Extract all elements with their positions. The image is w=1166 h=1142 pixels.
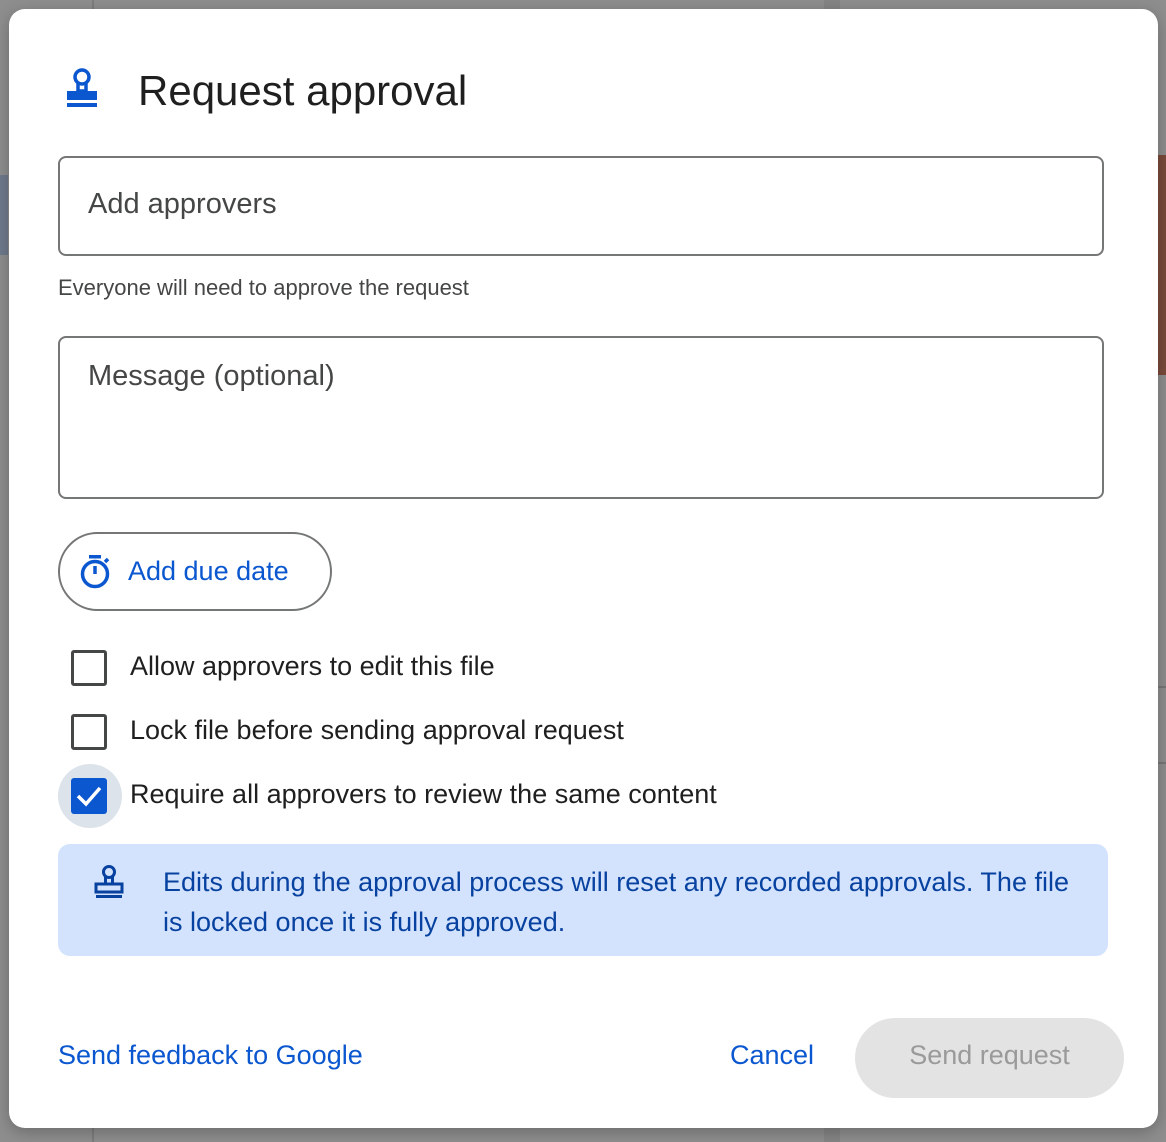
require-same-content-label: Require all approvers to review the same… (130, 779, 717, 809)
info-banner-text: Edits during the approval process will r… (163, 867, 1069, 937)
background-divider (1158, 762, 1166, 764)
require-same-content-checkbox[interactable] (71, 778, 107, 814)
background-panel (0, 175, 8, 255)
cancel-button[interactable]: Cancel (730, 1040, 814, 1071)
lock-file-label: Lock file before sending approval reques… (130, 715, 624, 745)
request-approval-dialog: Request approval Add approvers Everyone … (9, 9, 1158, 1128)
send-request-button[interactable]: Send request (855, 1018, 1124, 1098)
send-request-label: Send request (909, 1040, 1070, 1070)
message-textarea[interactable]: Message (optional) (58, 336, 1104, 499)
checkmark-icon (76, 786, 102, 807)
timer-icon (78, 554, 112, 590)
message-placeholder: Message (optional) (88, 360, 335, 392)
send-feedback-link[interactable]: Send feedback to Google (58, 1040, 363, 1071)
allow-edit-checkbox[interactable] (71, 650, 107, 686)
approval-stamp-icon (94, 864, 124, 900)
add-approvers-placeholder: Add approvers (88, 188, 277, 220)
background-divider (1158, 686, 1166, 688)
add-approvers-input[interactable]: Add approvers (58, 156, 1104, 256)
background-illustration (1158, 155, 1166, 375)
approvers-helper-text: Everyone will need to approve the reques… (58, 275, 469, 300)
dialog-title: Request approval (138, 67, 468, 114)
info-banner: Edits during the approval process will r… (58, 844, 1108, 956)
add-due-date-button[interactable]: Add due date (58, 532, 332, 611)
add-due-date-label: Add due date (128, 556, 289, 586)
approval-stamp-icon (65, 67, 99, 111)
allow-edit-label: Allow approvers to edit this file (130, 651, 495, 681)
lock-file-checkbox[interactable] (71, 714, 107, 750)
